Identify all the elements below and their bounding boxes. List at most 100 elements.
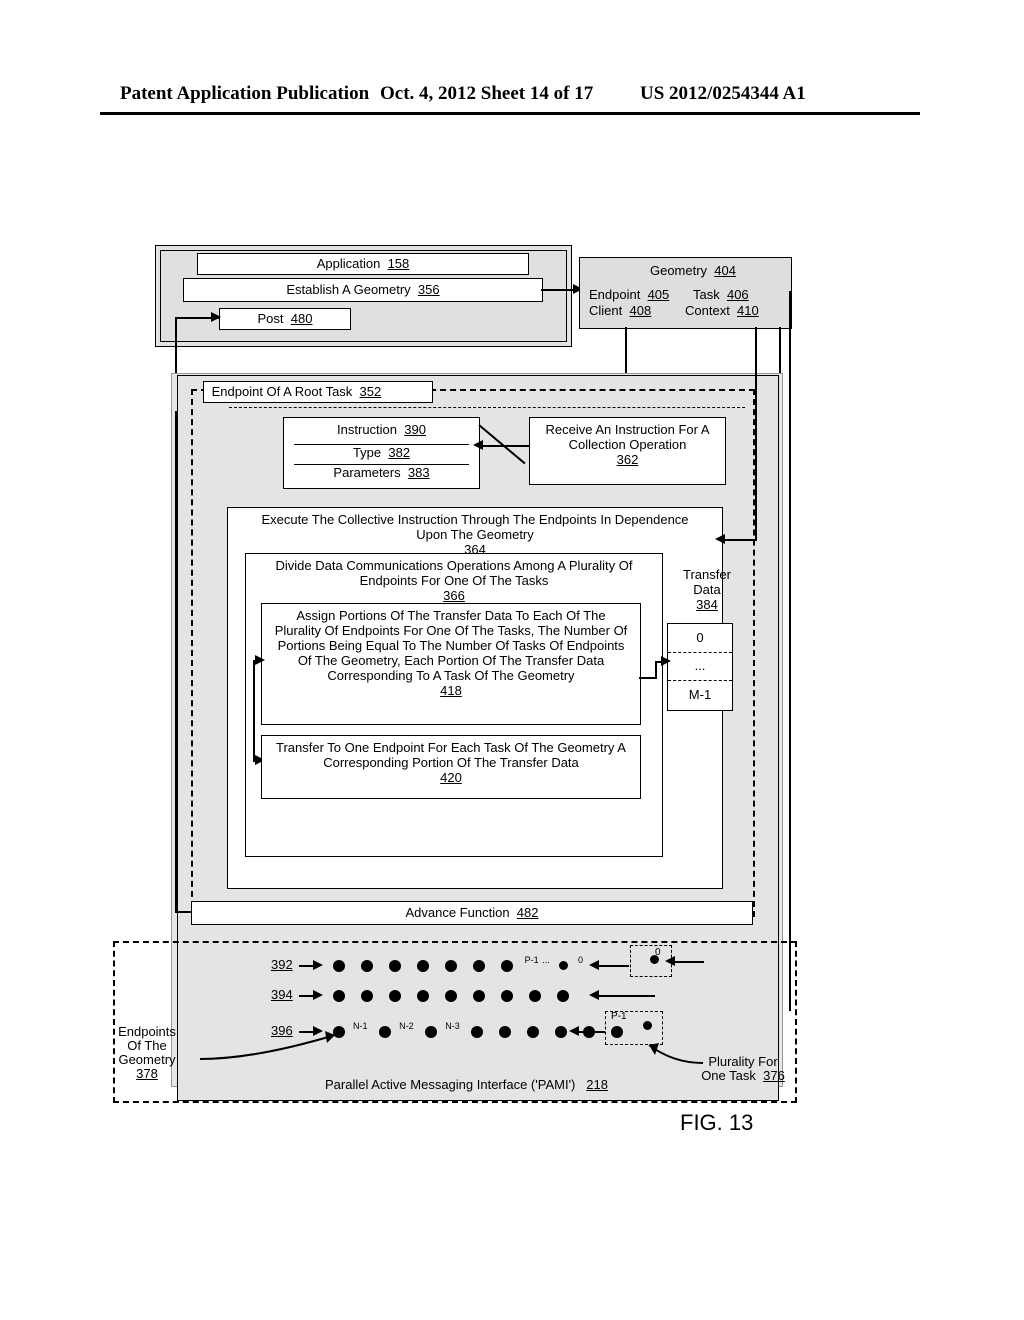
row-392-ref: 392 [271,957,293,972]
pami-text: Parallel Active Messaging Interface ('PA… [325,1077,575,1092]
geometry-endpoint: Endpoint 405 [589,287,669,302]
header-rule [100,112,920,115]
geometry-task: Task 406 [693,287,749,302]
receive-box: Receive An Instruction For A Collection … [529,417,726,485]
establish-label: Establish A Geometry [286,282,410,297]
dashed-line [229,407,745,408]
application-label: Application [317,256,381,271]
post-ref: 480 [291,311,313,326]
tdata-l2: Data [693,582,720,597]
geom-cli-ref: 408 [629,303,651,318]
sup-n1: N-1 [353,1021,368,1031]
geometry-context: Context 410 [685,303,759,318]
instruction-params-row: Parameters 383 [294,464,469,480]
receive-ref: 362 [617,452,639,467]
geom-ep-lbl: Endpoint [589,287,640,302]
tdata-ref: 384 [696,597,718,612]
advance-box: Advance Function 482 [191,901,753,925]
arrow-line [789,291,791,1011]
transfer-data-box: 0 ... M-1 [667,623,733,711]
arrow-head-icon [255,655,265,665]
advance-text: Advance Function [405,905,509,920]
plu-l1: Plurality For [708,1054,777,1069]
application-ref: 158 [388,256,410,271]
arrow-line [253,660,255,760]
endpoints-label: Endpoints Of The Geometry 378 [107,1025,187,1081]
divide-ref: 366 [443,588,465,603]
ep-ref: 378 [136,1066,158,1081]
assign-text: Assign Portions Of The Transfer Data To … [262,608,640,683]
hdr-mid: Oct. 4, 2012 Sheet 14 of 17 [380,83,593,105]
post-box: Post 480 [219,308,351,330]
sup-p1: P-1 [525,955,539,965]
geometry-client: Client 408 [589,303,651,318]
instruction-ref: 390 [404,422,426,437]
hdr-right: US 2012/0254344 A1 [640,83,806,105]
sup-0b: 0 [655,947,661,958]
instruction-type: Type [353,445,381,460]
arrow-head-icon [569,1026,579,1036]
establish-box: Establish A Geometry 356 [183,278,543,302]
arrow-head-icon [661,656,671,666]
sup-0a: 0 [578,955,583,965]
dots-row-1: P-1 ... 0 [325,957,583,973]
arrow-head-icon [715,534,725,544]
post-label: Post [258,311,284,326]
arrow-line [655,661,657,679]
tdata-row1: ... [668,652,732,681]
geometry-title-label: Geometry [650,263,707,278]
root-task-label-box: Endpoint Of A Root Task 352 [203,381,433,403]
assign-ref: 418 [440,683,462,698]
arrow-head-icon [211,312,221,322]
instruction-type-ref: 382 [388,445,410,460]
figure-13: Application 158 Establish A Geometry 356… [165,245,785,1105]
assign-box: Assign Portions Of The Transfer Data To … [261,603,641,725]
transfer-text: Transfer To One Endpoint For Each Task O… [262,740,640,770]
arrow-line [575,1031,605,1033]
arrow-line [595,995,655,997]
root-label: Endpoint Of A Root Task [212,384,353,399]
sup-ell: ... [542,955,550,965]
geom-ctx-ref: 410 [737,303,759,318]
ep-l3: Geometry [118,1052,175,1067]
pami-title: Parallel Active Messaging Interface ('PA… [325,1077,608,1092]
curve-arrow-icon [195,1029,355,1069]
instruction-type-row: Type 382 [294,444,469,460]
divide-text: Divide Data Communications Operations Am… [246,558,662,588]
geom-task-lbl: Task [693,287,720,302]
curve-arrow-icon [643,1041,713,1071]
geometry-title-ref: 404 [714,263,736,278]
arrow-head-icon [665,956,675,966]
instruction-params-ref: 383 [408,465,430,480]
geom-task-ref: 406 [727,287,749,302]
tdata-row0: 0 [668,624,732,653]
instruction-title: Instruction [337,422,397,437]
arrow-head-icon [589,990,599,1000]
arrow-line [721,539,757,541]
tdata-l1: Transfer [683,567,731,582]
arrow-head-icon [313,990,323,1000]
arrow-head-icon [589,960,599,970]
instruction-box: Instruction 390 Type 382 Parameters 383 [283,417,480,489]
figure-caption: FIG. 13 [680,1110,753,1136]
arrow-line [670,961,704,963]
arrow-head-icon [473,440,483,450]
ep-l1: Endpoints [118,1024,176,1039]
pami-ref: 218 [586,1077,608,1092]
root-ref: 352 [360,384,382,399]
receive-text: Receive An Instruction For A Collection … [530,422,725,452]
plu-ref: 376 [763,1068,785,1083]
geom-ctx-lbl: Context [685,303,730,318]
transfer-box: Transfer To One Endpoint For Each Task O… [261,735,641,799]
geom-ep-ref: 405 [648,287,670,302]
ep-l2: Of The [127,1038,167,1053]
arrow-line [479,445,529,447]
arrow-head-icon [313,960,323,970]
transfer-data-label: Transfer Data 384 [683,567,731,612]
geometry-title: Geometry 404 [633,263,753,278]
advance-ref: 482 [517,905,539,920]
dots-row-2 [325,987,577,1003]
sup-n3: N-3 [445,1021,460,1031]
row-394-ref: 394 [271,987,293,1002]
arrow-line [755,327,757,541]
